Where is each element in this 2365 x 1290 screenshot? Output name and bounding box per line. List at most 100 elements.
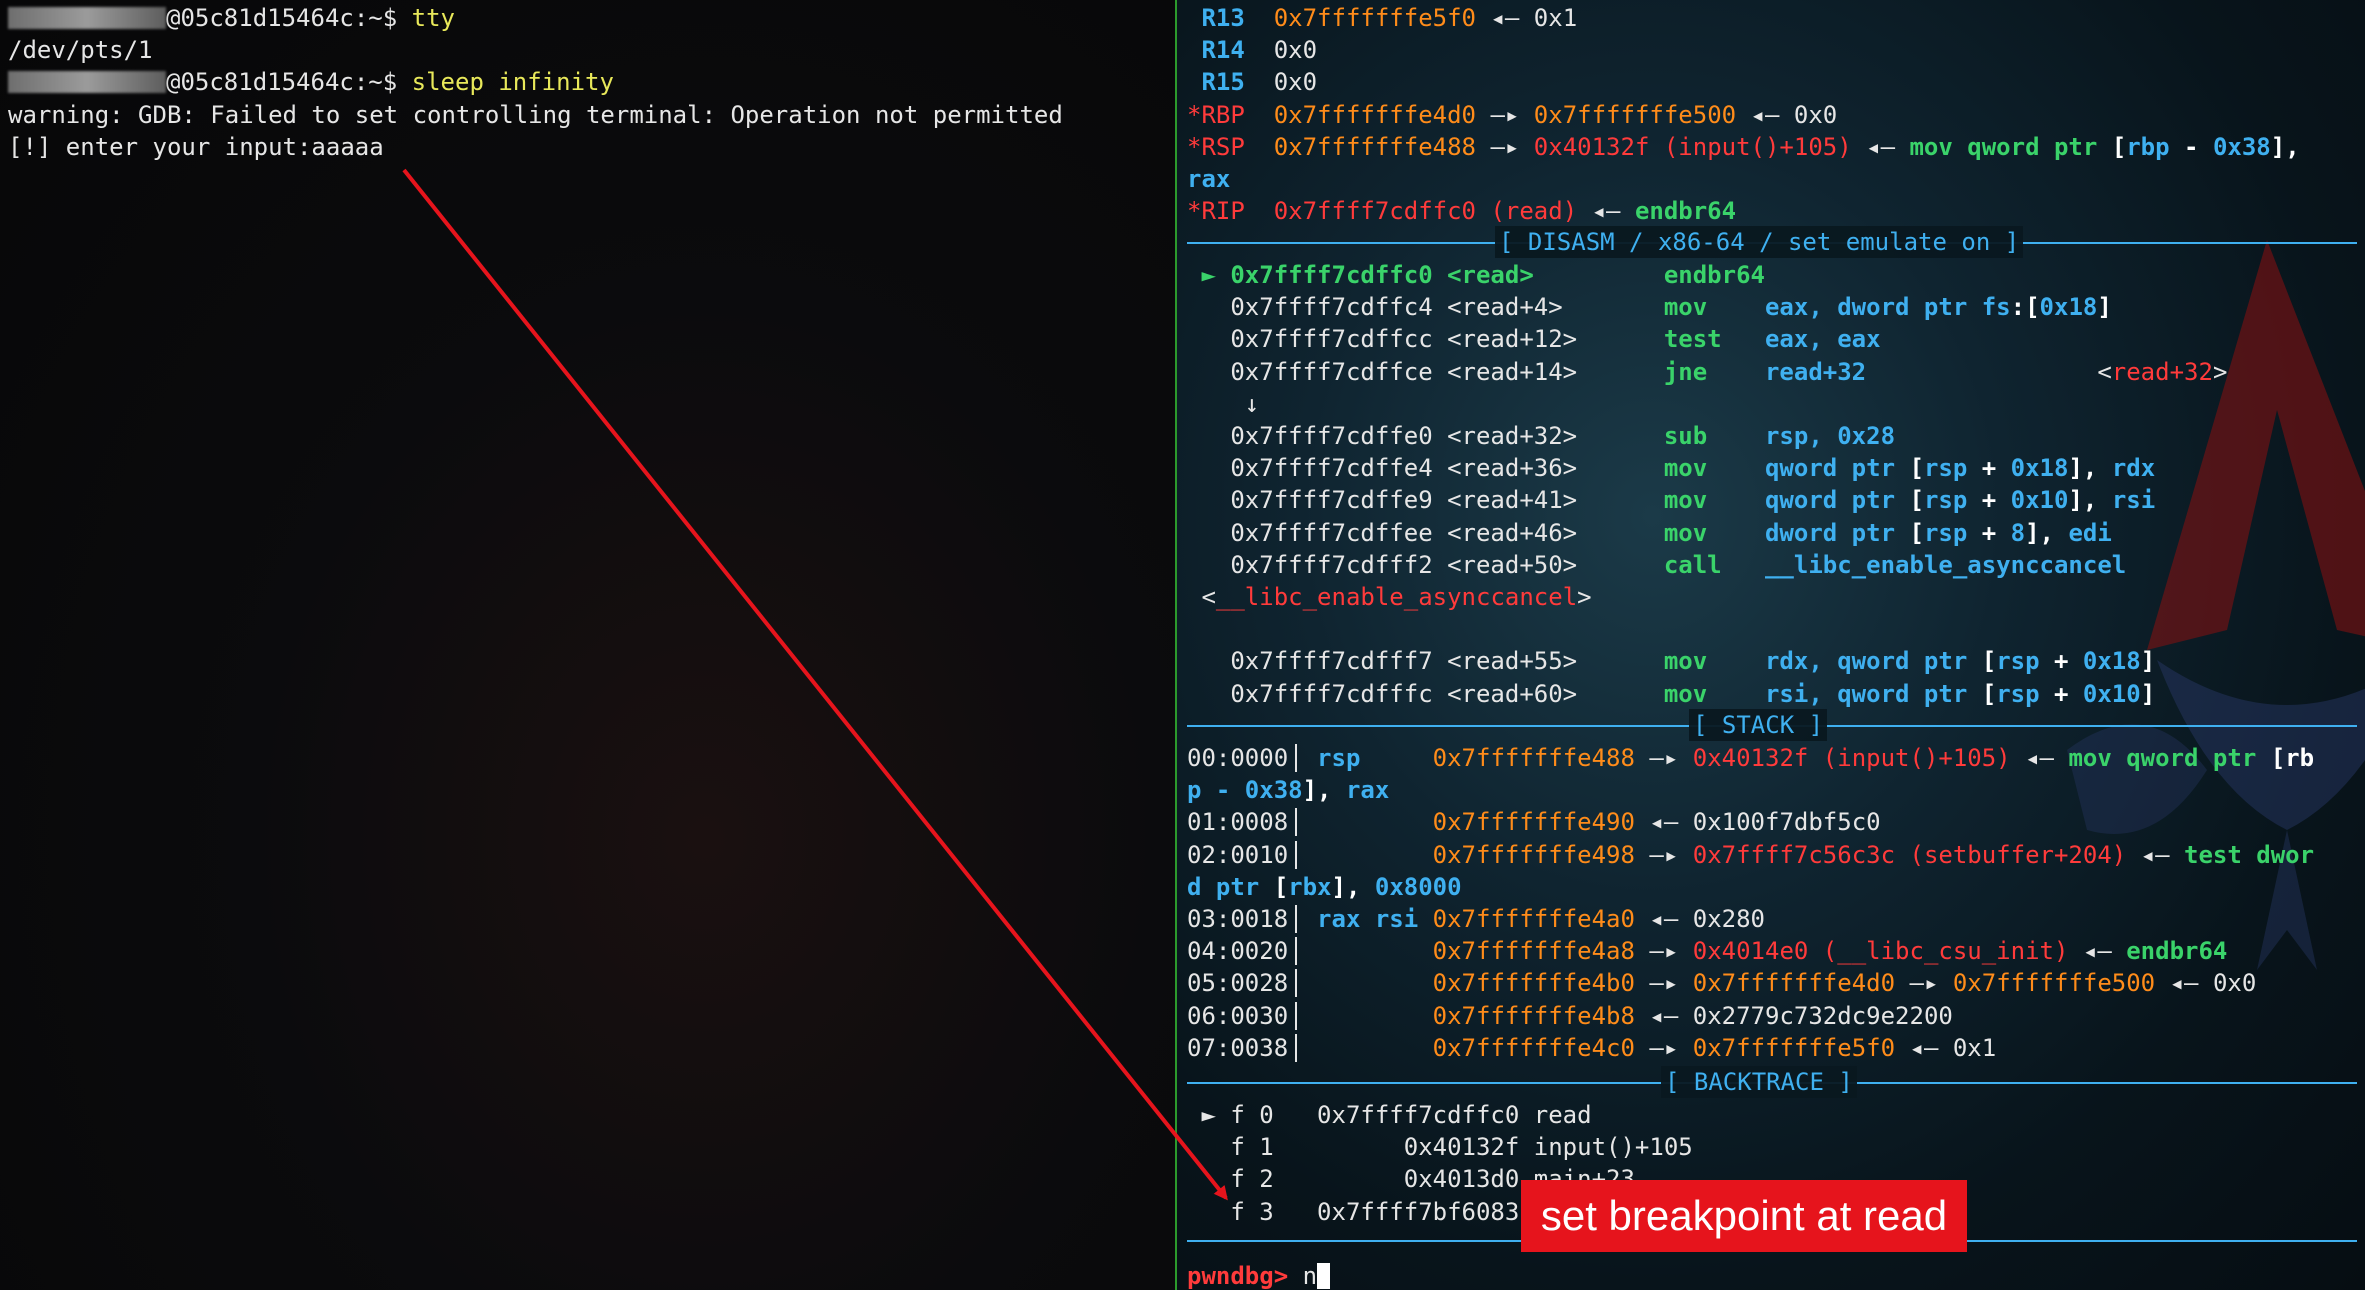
stack-text: ◂— 0x1 xyxy=(1895,1033,1997,1062)
disasm-text: eax, eax xyxy=(1764,325,1881,354)
stack-line: 02:0010 0x7fffffffe498 —▸ 0x7ffff7c56c3c… xyxy=(1187,839,2314,871)
disasm-text: rsi, xyxy=(1764,679,1838,708)
backtrace-line: ► f 0 0x7ffff7cdffc0 read xyxy=(1187,1099,1591,1131)
disasm-line: 0x7ffff7cdffe4 <read+36> mov qword ptr [… xyxy=(1187,452,2155,484)
stack-text: 0x8000 xyxy=(1374,872,1462,901)
disasm-line: 0x7ffff7cdfff7 <read+55> mov rdx, qword … xyxy=(1187,645,2155,677)
register-text: 0x7fffffffe4d0 xyxy=(1273,100,1476,129)
disasm-line: 0x7ffff7cdfffc <read+60> mov rsi, qword … xyxy=(1187,678,2155,710)
disasm-text: rdx, xyxy=(1764,647,1838,676)
register-text: rax xyxy=(1187,165,1231,193)
stack-text: ◂— 0x0 xyxy=(2155,969,2257,998)
register-text: ◂— 0x0 xyxy=(1736,100,1838,129)
disasm-text: qword ptr xyxy=(1764,486,1910,515)
disasm-text: qword ptr xyxy=(1764,454,1910,483)
disasm-text: mov xyxy=(1663,679,1765,708)
disasm-text: call xyxy=(1663,550,1765,579)
stack-text: 0x38 xyxy=(1244,776,1303,805)
stack-line: 07:0038 0x7fffffffe4c0 —▸ 0x7fffffffe5f0… xyxy=(1187,1032,1996,1064)
command-input[interactable]: n xyxy=(1303,1262,1317,1290)
disasm-text: ], xyxy=(2068,486,2112,515)
stack-text: —▸ xyxy=(1634,1033,1693,1062)
disasm-text: test xyxy=(1663,325,1765,354)
disasm-line: 0x7ffff7cdffee <read+46> mov dword ptr [… xyxy=(1187,517,2111,549)
register-line: R13 0x7fffffffe5f0 ◂— 0x1 xyxy=(1187,2,1577,34)
stack-text: —▸ xyxy=(1634,840,1693,869)
stack-text xyxy=(1288,808,1433,836)
stack-text xyxy=(1288,969,1433,997)
stack-column-divider xyxy=(1295,808,1297,837)
disasm-text: ] xyxy=(2140,679,2156,708)
disasm-text: + xyxy=(2039,679,2083,708)
register-line: *RSP 0x7fffffffe488 —▸ 0x40132f (input()… xyxy=(1187,131,2300,163)
terminal-text: [!] enter your input:aaaaa xyxy=(8,132,384,161)
disasm-text: 0x7ffff7cdfff2 <read+50> xyxy=(1187,550,1664,579)
stack-title: [ STACK ] xyxy=(1689,709,1828,741)
stack-text: 02:0010 xyxy=(1187,840,1289,869)
stack-text: —▸ xyxy=(1634,744,1693,772)
disasm-text: rdx xyxy=(2111,454,2156,483)
disasm-text: rsp, 0x28 xyxy=(1764,422,1896,450)
stack-line: 03:0018 rax rsi 0x7fffffffe4a0 ◂— 0x280 xyxy=(1187,903,1765,935)
stack-text: rbx xyxy=(1288,872,1332,901)
register-text: R14 xyxy=(1187,36,1274,65)
disasm-text: eax, xyxy=(1764,293,1838,322)
register-text: ◂— xyxy=(1851,132,1910,161)
terminal-line: [!] enter your input:aaaaa xyxy=(8,131,384,163)
stack-text: 0x7fffffffe4a0 xyxy=(1432,905,1635,933)
disasm-text: + xyxy=(1967,454,2011,483)
terminal-line: warning: GDB: Failed to set controlling … xyxy=(8,99,1063,131)
disasm-text: 0x18 xyxy=(2039,293,2098,322)
stack-text xyxy=(1288,841,1433,869)
disasm-text: rsp xyxy=(1923,518,1968,547)
disasm-text: rsp xyxy=(1996,679,2040,708)
stack-text: 0x7fffffffe4c0 xyxy=(1432,1033,1635,1062)
stack-text xyxy=(1288,1034,1433,1062)
stack-line: p - 0x38], rax xyxy=(1187,774,1389,806)
disasm-text: [ xyxy=(1909,518,1924,547)
stack-text xyxy=(1288,1002,1433,1030)
disasm-text: rsp xyxy=(1923,486,1968,515)
disasm-text: ] xyxy=(2097,293,2112,322)
register-text: 0x7fffffffe500 xyxy=(1533,100,1737,129)
stack-text: [rb xyxy=(2270,744,2315,772)
stack-text: ◂— xyxy=(2126,840,2185,869)
disasm-text: 0x10 xyxy=(2010,486,2069,515)
disasm-text: mov xyxy=(1663,293,1765,322)
left-terminal-pane[interactable]: @05c81d15464c:~$ tty/dev/pts/1 @05c81d154… xyxy=(0,0,1175,1290)
stack-line: 00:0000 rsp 0x7fffffffe488 —▸ 0x40132f (… xyxy=(1187,742,2314,774)
disasm-text: ], xyxy=(2068,454,2112,483)
stack-text: 0x40132f (input()+105) xyxy=(1692,744,2011,772)
annotation-callout: set breakpoint at read xyxy=(1521,1180,1967,1252)
terminal-text: tty xyxy=(411,4,455,32)
disasm-text: 0x7ffff7cdffc4 <read+4> xyxy=(1187,293,1664,322)
register-text: ], xyxy=(2270,132,2300,161)
stack-text: 04:0020 xyxy=(1187,937,1289,966)
disasm-text: endbr64 xyxy=(1663,261,1765,289)
stack-text: ], xyxy=(1331,872,1375,901)
register-text: ◂— xyxy=(1577,197,1635,226)
disasm-text: > xyxy=(1577,583,1592,611)
stack-text: p - xyxy=(1187,776,1245,805)
register-text: 0x0 xyxy=(1273,36,1318,65)
terminal-line: @05c81d15464c:~$ sleep infinity xyxy=(8,66,614,98)
disasm-text: 0x18 xyxy=(2082,647,2141,676)
background-emblem-image xyxy=(2067,240,2365,970)
stack-line: 04:0020 0x7fffffffe4a8 —▸ 0x4014e0 (__li… xyxy=(1187,935,2227,967)
register-text: - xyxy=(2169,132,2213,161)
register-text: ◂— 0x1 xyxy=(1476,4,1578,32)
stack-text: —▸ xyxy=(1634,937,1693,966)
disasm-text: ► 0x7ffff7cdffc0 <read> xyxy=(1187,261,1664,289)
stack-text: 0x7fffffffe488 xyxy=(1432,744,1635,772)
stack-text: 0x7fffffffe498 xyxy=(1432,840,1635,869)
stack-text: 0x7fffffffe4b8 xyxy=(1432,1001,1635,1030)
register-text: endbr64 xyxy=(1634,197,1737,226)
disasm-line: 0x7ffff7cdffcc <read+12> test eax, eax xyxy=(1187,323,1881,355)
register-text: 0x7fffffffe5f0 xyxy=(1273,4,1476,32)
terminal-text: warning: GDB: Failed to set controlling … xyxy=(8,100,1063,129)
gdb-pwndbg-pane[interactable]: R13 0x7fffffffe5f0 ◂— 0x1 R14 0x0 R15 0x… xyxy=(1177,0,2365,1290)
pwndbg-command-line[interactable]: pwndbg> n xyxy=(1187,1260,1331,1290)
stack-column-divider xyxy=(1295,744,1297,772)
register-text: *RSP xyxy=(1187,132,1274,161)
disasm-title: [ DISASM / x86-64 / set emulate on ] xyxy=(1495,226,2024,258)
